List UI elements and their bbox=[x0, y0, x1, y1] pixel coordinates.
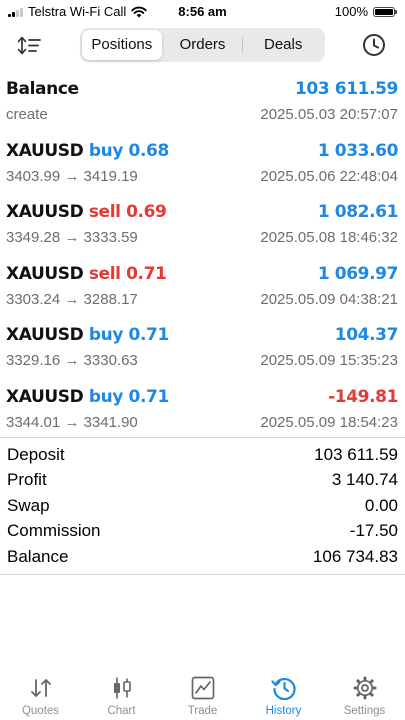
history-toolbar: Positions Orders Deals bbox=[0, 28, 405, 64]
deal-detail: 3344.01 → 3341.90 bbox=[6, 413, 138, 431]
summary-value: 103 611.59 bbox=[314, 445, 398, 464]
summary-row-commission: Commission -17.50 bbox=[0, 519, 405, 544]
summary-label: Swap bbox=[7, 495, 50, 515]
quotes-icon bbox=[30, 679, 51, 697]
summary-label: Commission bbox=[7, 521, 101, 541]
deal-volume: 0.71 bbox=[128, 386, 170, 407]
list-item[interactable]: XAUUSD buy 0.71 -149.81 3344.01 → 3341.9… bbox=[0, 384, 405, 446]
list-item[interactable]: XAUUSD sell 0.69 1 082.61 3349.28 → 3333… bbox=[0, 199, 405, 261]
tab-label: History bbox=[265, 705, 302, 717]
tab-quotes[interactable]: Quotes bbox=[0, 668, 81, 720]
deal-time: 2025.05.08 18:46:32 bbox=[260, 229, 398, 246]
deal-side: sell bbox=[88, 263, 121, 284]
summary-label: Profit bbox=[7, 470, 47, 490]
status-bar: Telstra Wi-Fi Call 8:56 am 100% bbox=[0, 0, 405, 24]
deal-time: 2025.05.06 22:48:04 bbox=[260, 167, 398, 185]
history-summary: Deposit 103 611.59 Profit 3 140.74 Swap … bbox=[0, 443, 405, 570]
summary-value: 3 140.74 bbox=[331, 470, 398, 490]
status-right: 100% bbox=[334, 4, 397, 19]
history-icon bbox=[270, 677, 296, 700]
deal-symbol: XAUUSD bbox=[6, 325, 84, 345]
summary-row-swap: Swap 0.00 bbox=[0, 494, 405, 519]
deal-title: XAUUSD buy 0.71 bbox=[6, 325, 169, 345]
battery-percent: 100% bbox=[334, 4, 368, 19]
tab-chart[interactable]: Chart bbox=[81, 668, 162, 720]
bottom-tab-bar: Quotes Chart Trade History Settings bbox=[0, 668, 405, 720]
summary-row-deposit: Deposit 103 611.59 bbox=[0, 443, 405, 468]
deal-time: 2025.05.09 04:38:21 bbox=[260, 290, 398, 308]
list-item[interactable]: XAUUSD buy 0.71 104.37 3329.16 → 3330.63… bbox=[0, 322, 405, 384]
tab-trade[interactable]: Trade bbox=[162, 668, 243, 720]
deal-volume: 0.71 bbox=[128, 325, 170, 345]
summary-value: 0.00 bbox=[364, 495, 398, 515]
summary-value: -17.50 bbox=[349, 521, 398, 541]
summary-top-divider bbox=[0, 437, 405, 438]
deal-time: 2025.05.03 20:57:07 bbox=[260, 106, 398, 123]
deal-volume: 0.68 bbox=[128, 140, 170, 161]
deal-symbol: XAUUSD bbox=[6, 140, 84, 161]
deal-detail: create bbox=[6, 106, 48, 123]
list-item[interactable]: Balance 103 611.59 create 2025.05.03 20:… bbox=[0, 76, 405, 138]
tab-label: Settings bbox=[343, 705, 386, 717]
tab-label: Chart bbox=[107, 705, 136, 717]
summary-row-profit: Profit 3 140.74 bbox=[0, 468, 405, 493]
deal-side: sell bbox=[88, 202, 121, 222]
summary-label: Balance bbox=[7, 546, 69, 566]
segment-orders[interactable]: Orders bbox=[163, 30, 243, 60]
deal-title: XAUUSD buy 0.68 bbox=[6, 141, 169, 161]
deals-list: Balance 103 611.59 create 2025.05.03 20:… bbox=[0, 76, 405, 445]
deal-time: 2025.05.09 15:35:23 bbox=[260, 352, 398, 369]
tab-settings[interactable]: Settings bbox=[324, 668, 405, 720]
segment-deals[interactable]: Deals bbox=[243, 30, 323, 60]
deal-side: buy bbox=[88, 325, 124, 345]
list-item[interactable]: XAUUSD sell 0.71 1 069.97 3303.24 → 3288… bbox=[0, 261, 405, 323]
deal-time: 2025.05.09 18:54:23 bbox=[260, 413, 398, 431]
deal-amount: 1 033.60 bbox=[317, 140, 399, 161]
summary-label: Deposit bbox=[7, 445, 65, 464]
tab-label: Trade bbox=[187, 705, 218, 717]
summary-bottom-divider bbox=[0, 574, 405, 575]
deal-side: buy bbox=[88, 140, 124, 161]
deal-side: buy bbox=[88, 386, 124, 407]
deal-detail: 3303.24 → 3288.17 bbox=[6, 290, 138, 308]
deal-symbol: XAUUSD bbox=[6, 202, 84, 222]
deal-symbol: XAUUSD bbox=[6, 386, 84, 407]
settings-icon bbox=[353, 676, 376, 700]
chart-icon bbox=[113, 677, 131, 699]
deal-amount: 103 611.59 bbox=[294, 79, 398, 99]
deal-amount: -149.81 bbox=[328, 386, 398, 407]
deal-detail: 3329.16 → 3330.63 bbox=[6, 352, 138, 369]
deal-amount: 1 082.61 bbox=[317, 202, 399, 222]
deal-title: Balance bbox=[6, 79, 79, 99]
deal-title: XAUUSD sell 0.69 bbox=[6, 202, 167, 222]
clock-period-icon[interactable] bbox=[361, 32, 387, 58]
summary-value: 106 734.83 bbox=[312, 546, 398, 566]
deal-detail: 3403.99 → 3419.19 bbox=[6, 167, 138, 185]
summary-row-balance: Balance 106 734.83 bbox=[0, 545, 405, 570]
deal-amount: 1 069.97 bbox=[317, 263, 399, 284]
segment-positions[interactable]: Positions bbox=[82, 30, 162, 60]
deal-title: XAUUSD buy 0.71 bbox=[6, 387, 169, 407]
deal-detail: 3349.28 → 3333.59 bbox=[6, 229, 138, 246]
deal-volume: 0.69 bbox=[126, 202, 167, 222]
tab-history[interactable]: History bbox=[243, 668, 324, 720]
deal-volume: 0.71 bbox=[126, 263, 167, 284]
history-mode-segmented-control: Positions Orders Deals bbox=[80, 28, 325, 62]
deal-symbol: Balance bbox=[6, 79, 79, 99]
battery-icon bbox=[373, 6, 397, 17]
sort-icon[interactable] bbox=[16, 34, 44, 58]
deal-amount: 104.37 bbox=[334, 325, 399, 345]
deal-symbol: XAUUSD bbox=[6, 263, 84, 284]
tab-label: Quotes bbox=[21, 705, 60, 717]
list-item[interactable]: XAUUSD buy 0.68 1 033.60 3403.99 → 3419.… bbox=[0, 138, 405, 200]
trade-icon bbox=[191, 676, 214, 700]
deal-title: XAUUSD sell 0.71 bbox=[6, 263, 167, 284]
